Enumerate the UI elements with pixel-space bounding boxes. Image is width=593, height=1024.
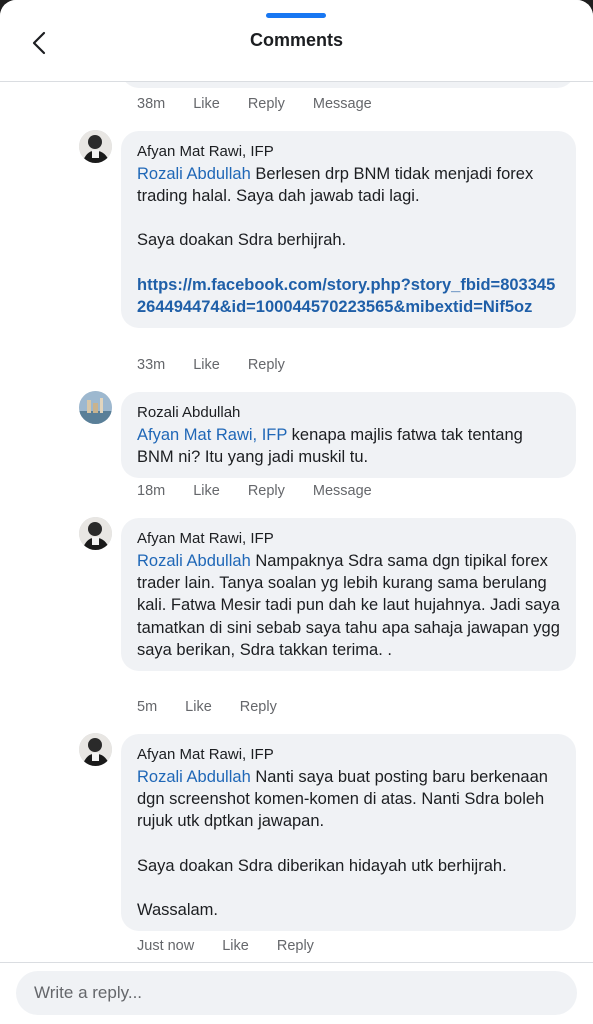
like-button[interactable]: Like bbox=[193, 357, 220, 373]
mention-link[interactable]: Rozali Abdullah bbox=[137, 768, 251, 786]
mention-link[interactable]: Rozali Abdullah bbox=[137, 165, 251, 183]
comment-actions: 33m Like Reply bbox=[137, 357, 313, 373]
comment-bubble: Afyan Mat Rawi, IFP Rozali Abdullah Berl… bbox=[121, 131, 576, 329]
comments-sheet: Comments 38m Like Reply Message Afyan Ma… bbox=[0, 0, 593, 1024]
like-button[interactable]: Like bbox=[193, 483, 220, 499]
comment-author[interactable]: Afyan Mat Rawi, IFP bbox=[137, 528, 560, 549]
comment-paragraph: Saya doakan Sdra berhijrah. bbox=[137, 231, 347, 250]
comment-text: Afyan Mat Rawi, IFP kenapa majlis fatwa … bbox=[137, 424, 560, 468]
comment-time: 33m bbox=[137, 357, 166, 373]
avatar[interactable] bbox=[79, 130, 112, 163]
comment-author[interactable]: Afyan Mat Rawi, IFP bbox=[137, 141, 560, 162]
comment-list[interactable]: 38m Like Reply Message Afyan Mat Rawi, I… bbox=[0, 82, 593, 962]
header: Comments bbox=[0, 0, 593, 82]
avatar-photo bbox=[79, 391, 112, 424]
reply-button[interactable]: Reply bbox=[248, 483, 285, 499]
comment-bubble: Afyan Mat Rawi, IFP Rozali Abdullah Namp… bbox=[121, 518, 576, 672]
comment-paragraph: Wassalam. bbox=[137, 900, 218, 919]
avatar-photo bbox=[79, 733, 112, 766]
like-button[interactable]: Like bbox=[193, 96, 220, 112]
reply-button[interactable]: Reply bbox=[240, 699, 277, 715]
avatar[interactable] bbox=[79, 517, 112, 550]
comment-text: Rozali Abdullah Nampaknya Sdra sama dgn … bbox=[137, 550, 560, 661]
comment-paragraph: Saya doakan Sdra diberikan hidayah utk b… bbox=[137, 856, 507, 875]
drag-handle[interactable] bbox=[266, 13, 326, 18]
comment-actions: 5m Like Reply bbox=[137, 699, 305, 715]
chevron-left-icon bbox=[32, 31, 46, 55]
message-button[interactable]: Message bbox=[313, 483, 372, 499]
comment-actions: Just now Like Reply bbox=[137, 938, 342, 954]
like-button[interactable]: Like bbox=[222, 938, 249, 954]
mention-link[interactable]: Afyan Mat Rawi, IFP bbox=[137, 426, 287, 444]
avatar-photo bbox=[79, 130, 112, 163]
like-button[interactable]: Like bbox=[185, 699, 212, 715]
reply-button[interactable]: Reply bbox=[248, 96, 285, 112]
comment-time: 18m bbox=[137, 483, 166, 499]
avatar[interactable] bbox=[79, 733, 112, 766]
comment-bubble: Rozali Abdullah Afyan Mat Rawi, IFP kena… bbox=[121, 392, 576, 479]
comment-text: Rozali Abdullah Nanti saya buat posting … bbox=[137, 766, 560, 921]
comment-author[interactable]: Afyan Mat Rawi, IFP bbox=[137, 744, 560, 765]
comment-actions: 38m Like Reply Message bbox=[137, 96, 400, 112]
message-button[interactable]: Message bbox=[313, 96, 372, 112]
avatar-photo bbox=[79, 517, 112, 550]
reply-button[interactable]: Reply bbox=[248, 357, 285, 373]
reply-input[interactable] bbox=[16, 971, 577, 1015]
avatar[interactable] bbox=[79, 391, 112, 424]
comment-bubble: Afyan Mat Rawi, IFP Rozali Abdullah Nant… bbox=[121, 734, 576, 932]
story-link[interactable]: https://m.facebook.com/story.php?story_f… bbox=[137, 274, 560, 318]
comment-author[interactable]: Rozali Abdullah bbox=[137, 402, 560, 423]
back-button[interactable] bbox=[24, 28, 54, 58]
comment-text: Rozali Abdullah Berlesen drp BNM tidak m… bbox=[137, 163, 560, 318]
page-title: Comments bbox=[249, 30, 343, 50]
comment-time: 38m bbox=[137, 96, 166, 112]
reply-button[interactable]: Reply bbox=[277, 938, 314, 954]
comment-time: Just now bbox=[137, 938, 195, 954]
mention-link[interactable]: Rozali Abdullah bbox=[137, 552, 251, 570]
comment-actions: 18m Like Reply Message bbox=[137, 483, 400, 499]
reply-footer bbox=[0, 962, 593, 1024]
comment-time: 5m bbox=[137, 699, 158, 715]
previous-comment-bubble bbox=[121, 82, 575, 88]
